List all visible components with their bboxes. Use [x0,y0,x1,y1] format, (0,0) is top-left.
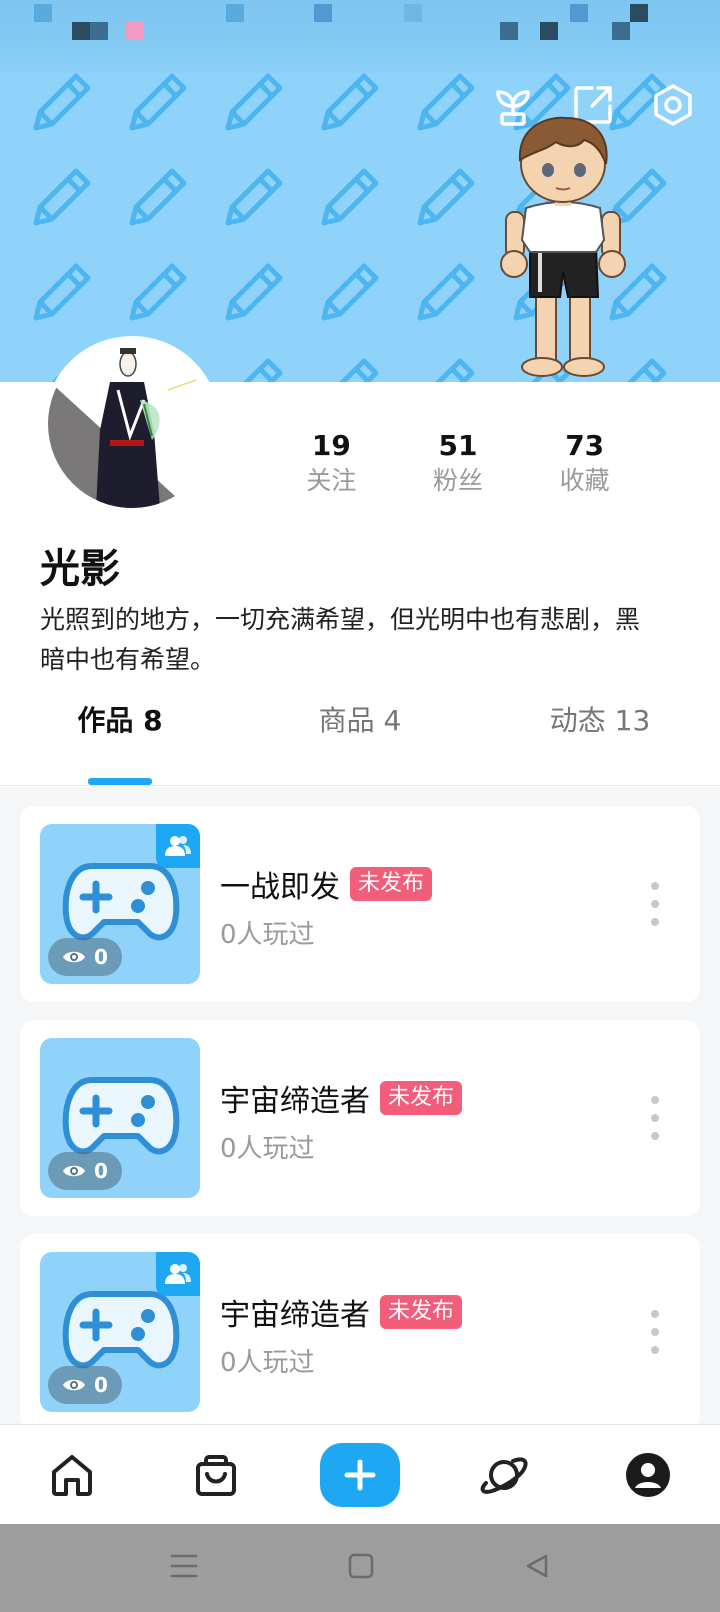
home-icon[interactable] [32,1435,112,1515]
active-tab-indicator [88,778,152,785]
gamepad-icon [62,863,180,941]
profile-banner [0,0,720,382]
view-count-badge: 0 [48,938,122,976]
pencil-pattern-icon [126,165,190,229]
status-badge: 未发布 [350,867,433,901]
tab-works[interactable]: 作品 8 [0,692,240,785]
profile-icon[interactable] [608,1435,688,1515]
pencil-pattern-icon [30,70,94,134]
shop-bag-icon[interactable] [176,1435,256,1515]
more-options-icon[interactable] [648,1310,662,1354]
profile-tabs: 作品 8 商品 4 动态 13 [0,692,720,786]
system-navigation-bar [0,1524,720,1612]
pencil-pattern-icon [318,70,382,134]
profile-stats: 19 关注 51 粉丝 73 收藏 [268,428,648,508]
stat-favorites[interactable]: 73 收藏 [521,428,648,508]
pencil-pattern-icon [414,355,478,382]
stat-following-count: 19 [311,429,351,462]
view-count: 0 [94,1159,108,1183]
pencil-pattern-icon [414,165,478,229]
create-plus-icon[interactable] [320,1442,400,1507]
eye-icon [63,1379,86,1391]
more-options-icon[interactable] [648,882,662,926]
work-title: 宇宙缔造者 [220,1298,370,1333]
square-home-icon[interactable] [348,1553,374,1583]
status-badge: 未发布 [380,1295,463,1329]
gamepad-icon [62,1077,180,1155]
stat-following-label: 关注 [306,466,357,495]
work-card[interactable]: 0 一战即发 未发布 0人玩过 [20,806,700,1002]
pencil-pattern-icon [318,260,382,324]
pencil-pattern-icon [222,165,286,229]
work-card[interactable]: 0 宇宙缔造者 未发布 0人玩过 [20,1020,700,1216]
play-count: 0人玩过 [220,1134,315,1164]
stat-favorites-label: 收藏 [559,466,610,495]
work-card[interactable]: 0 宇宙缔造者 未发布 0人玩过 [20,1234,700,1430]
view-count-badge: 0 [48,1152,122,1190]
pencil-pattern-icon [30,165,94,229]
back-triangle-icon[interactable] [524,1553,550,1583]
view-count: 0 [94,945,108,969]
avatar[interactable] [44,336,220,512]
eye-icon [63,951,86,963]
play-count: 0人玩过 [220,920,315,950]
eye-icon [63,1165,86,1177]
stat-favorites-count: 73 [565,429,605,462]
view-count: 0 [94,1373,108,1397]
more-options-icon[interactable] [648,1096,662,1140]
view-count-badge: 0 [48,1366,122,1404]
settings-icon[interactable] [650,82,696,128]
character-illustration [500,116,626,377]
collaborators-icon [156,824,200,868]
stat-followers-label: 粉丝 [433,466,484,495]
tab-activity[interactable]: 动态 13 [480,692,720,785]
bottom-navigation [0,1424,720,1524]
work-title: 一战即发 [220,870,340,905]
pencil-pattern-icon [126,260,190,324]
pencil-pattern-icon [30,260,94,324]
play-count: 0人玩过 [220,1348,315,1378]
planet-icon[interactable] [464,1435,544,1515]
tab-products[interactable]: 商品 4 [240,692,480,785]
pencil-pattern-icon [414,70,478,134]
pencil-pattern-icon [222,355,286,382]
profile-bio: 光照到的地方，一切充满希望，但光明中也有悲剧，黑暗中也有希望。 [40,605,641,674]
pencil-pattern-icon [222,70,286,134]
collaborators-icon [156,1252,200,1296]
work-thumbnail: 0 [40,1252,200,1412]
pencil-pattern-icon [318,355,382,382]
stat-following[interactable]: 19 关注 [268,428,395,508]
stat-followers-count: 51 [438,429,478,462]
work-title: 宇宙缔造者 [220,1084,370,1119]
pencil-pattern-icon [222,260,286,324]
username: 光影 [40,546,120,592]
menu-icon[interactable] [170,1553,198,1583]
pencil-pattern-icon [126,70,190,134]
stat-followers[interactable]: 51 粉丝 [395,428,522,508]
gamepad-icon [62,1291,180,1369]
status-badge: 未发布 [380,1081,463,1115]
pencil-pattern-icon [318,165,382,229]
pencil-pattern-icon [414,260,478,324]
work-thumbnail: 0 [40,824,200,984]
work-thumbnail: 0 [40,1038,200,1198]
